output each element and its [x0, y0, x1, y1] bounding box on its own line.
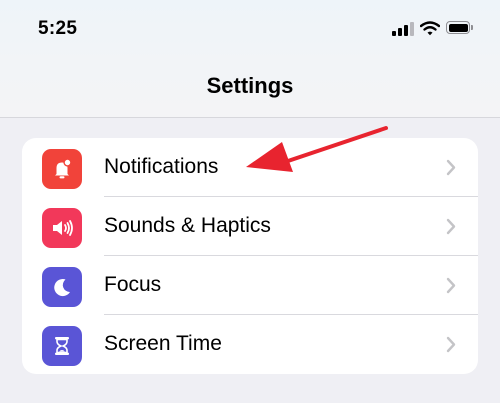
speaker-icon	[42, 208, 82, 248]
header-divider	[0, 117, 500, 118]
settings-row-screen-time[interactable]: Screen Time	[22, 315, 478, 374]
hourglass-icon	[42, 326, 82, 366]
red-arrow-icon	[246, 126, 388, 172]
status-bar: 5:25	[0, 0, 500, 60]
page-title: Settings	[206, 73, 294, 98]
chevron-right-icon	[446, 277, 456, 294]
settings-row-label: Notifications	[104, 155, 219, 178]
settings-row-sounds-haptics[interactable]: Sounds & Haptics	[22, 197, 478, 256]
wifi-icon	[420, 21, 440, 36]
chevron-right-icon	[446, 218, 456, 235]
chevron-right-icon	[446, 159, 456, 176]
settings-row-label: Screen Time	[104, 332, 222, 355]
settings-row-label: Focus	[104, 273, 162, 296]
chevron-right-icon	[446, 336, 456, 353]
settings-row-label: Sounds & Haptics	[104, 214, 271, 237]
settings-row-focus[interactable]: Focus	[22, 256, 478, 315]
status-time: 5:25	[38, 18, 78, 39]
battery-icon	[446, 21, 474, 36]
cellular-signal-icon	[392, 22, 414, 36]
moon-icon	[42, 267, 82, 307]
bell-icon	[42, 149, 82, 189]
